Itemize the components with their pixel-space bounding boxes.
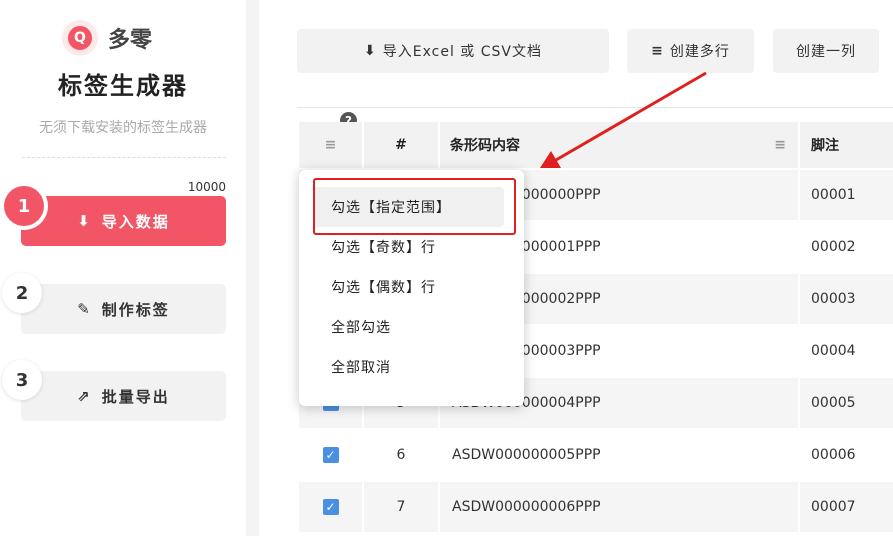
import-count: 10000 [187, 180, 226, 194]
barcode-header-label: 条形码内容 [450, 138, 520, 154]
row-note[interactable]: 00006 [800, 430, 893, 480]
step-number-2: 2 [2, 273, 42, 313]
menu-item-deselect-all[interactable]: 全部取消 [313, 347, 504, 387]
sidebar: Q 多零 标签生成器 无须下载安装的标签生成器 10000 1 ⬇ 导入数据 2… [0, 0, 246, 536]
app-title: 标签生成器 [58, 72, 188, 100]
barcode-column-header: 条形码内容 ≡ [440, 122, 798, 168]
row-note[interactable]: 00002 [800, 222, 893, 272]
download-icon: ⬇ [364, 43, 377, 59]
step-batch-export-button[interactable]: ⇗ 批量导出 [21, 371, 226, 421]
table-row[interactable]: ✓ 6 ASDW000000005PPP 00006 [299, 430, 893, 480]
step-number-1: 1 [4, 186, 44, 226]
select-column-header[interactable]: ≡ [299, 122, 362, 168]
row-barcode[interactable]: ASDW000000006PPP [440, 482, 798, 532]
row-note[interactable]: 00005 [800, 378, 893, 428]
row-checkbox[interactable]: ✓ [322, 499, 339, 515]
step-label: 批量导出 [101, 387, 170, 406]
menu-item-select-even[interactable]: 勾选【偶数】行 [313, 267, 504, 307]
row-index: 7 [364, 482, 438, 532]
logo: Q 多零 [62, 20, 152, 56]
note-column-header: 脚注 [800, 122, 893, 168]
row-note[interactable]: 00003 [800, 274, 893, 324]
step-make-label-button[interactable]: ✎ 制作标签 [21, 284, 226, 334]
logo-mark: Q [68, 26, 92, 50]
import-file-label: 导入Excel 或 CSV文档 [382, 44, 542, 60]
step-number-3: 3 [2, 360, 42, 400]
import-file-button[interactable]: ⬇ 导入Excel 或 CSV文档 [297, 29, 609, 73]
row-index: 6 [396, 447, 406, 463]
row-select-cell[interactable]: ✓ [299, 430, 362, 480]
create-multiple-rows-button[interactable]: ≡ 创建多行 [627, 29, 754, 73]
app-subtitle: 无须下载安装的标签生成器 [39, 120, 207, 136]
row-note[interactable]: 00007 [800, 482, 893, 532]
create-multiple-rows-label: 创建多行 [669, 44, 730, 60]
column-menu-icon[interactable]: ≡ [325, 137, 337, 153]
row-note[interactable]: 00001 [800, 170, 893, 220]
step-label: 制作标签 [101, 300, 170, 319]
menu-item-select-all[interactable]: 全部勾选 [313, 307, 504, 347]
index-column-header: # [364, 122, 438, 168]
menu-lines-icon: ≡ [651, 43, 664, 59]
logo-icon: Q [62, 20, 98, 56]
toolbar-separator [297, 107, 893, 108]
create-column-button[interactable]: 创建一列 [773, 29, 879, 73]
row-checkbox[interactable]: ✓ [322, 447, 339, 463]
step-label: 导入数据 [101, 212, 170, 231]
share-export-icon: ⇗ [77, 387, 92, 405]
create-column-label: 创建一列 [796, 44, 856, 60]
annotation-highlight-box [313, 178, 516, 235]
sidebar-divider [22, 157, 226, 158]
row-barcode[interactable]: ASDW000000005PPP [440, 430, 798, 480]
table-row[interactable]: ✓ 7 ASDW000000006PPP 00007 [299, 482, 893, 532]
edit-icon: ✎ [77, 300, 92, 318]
logo-name: 多零 [108, 28, 153, 53]
panel-gutter [246, 0, 259, 536]
row-select-cell[interactable]: ✓ [299, 482, 362, 532]
step-import-data-button[interactable]: ⬇ 导入数据 [21, 196, 226, 246]
column-menu-icon[interactable]: ≡ [774, 137, 786, 153]
row-note[interactable]: 00004 [800, 326, 893, 376]
download-icon: ⬇ [77, 212, 92, 230]
